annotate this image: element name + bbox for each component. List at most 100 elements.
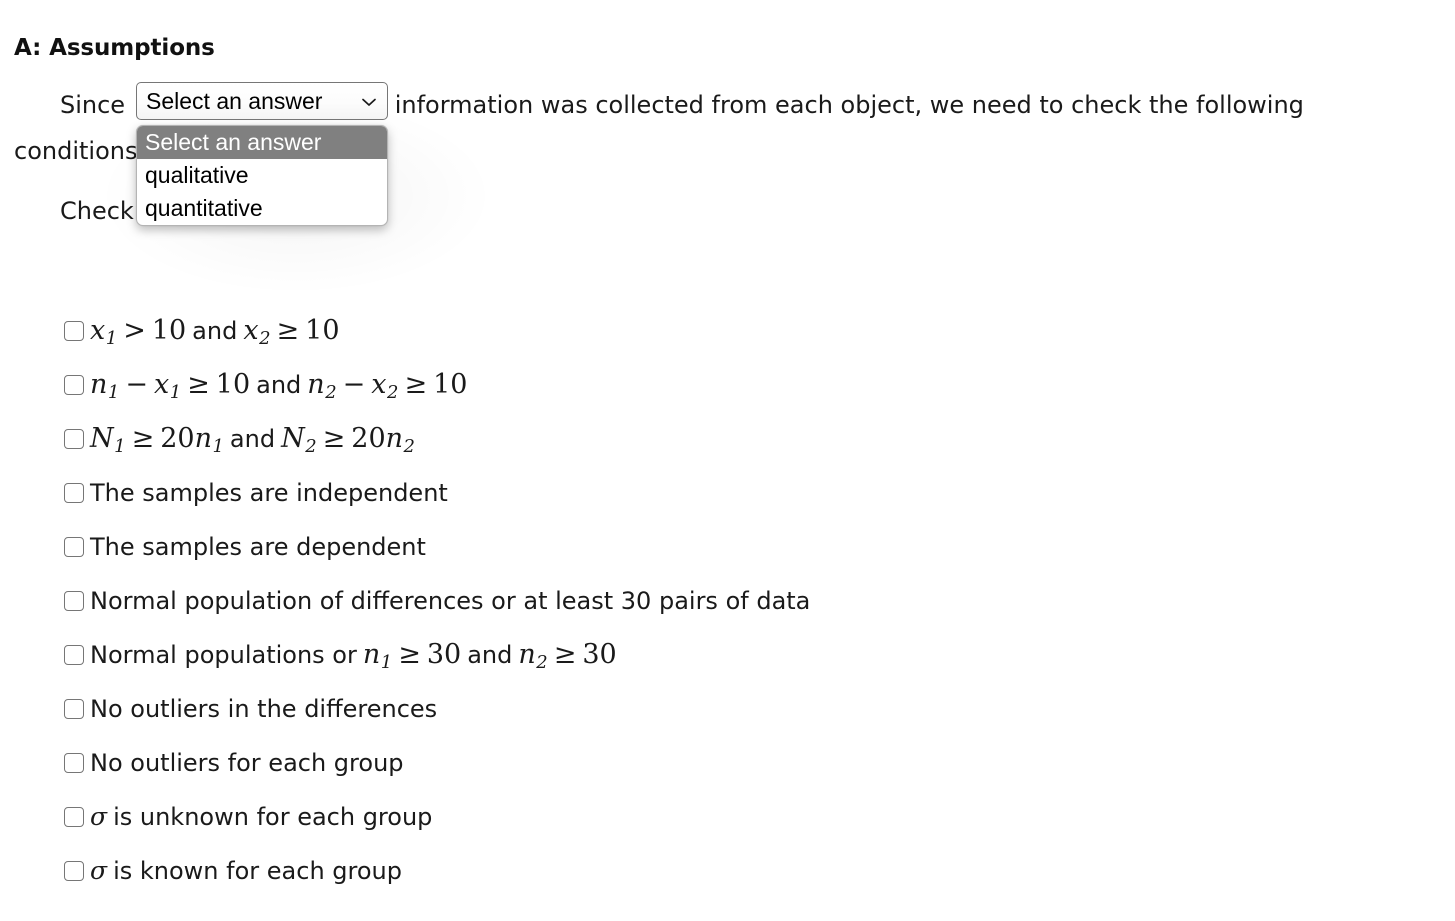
assumption-label-no-outliers-differences: No outliers in the differences <box>90 690 1364 728</box>
assumption-label-x1-gt-10: x1 >10 and x2 ≥10 <box>90 312 1364 358</box>
assumption-row-normal-population-differences[interactable]: Normal population of differences or at l… <box>64 582 1364 636</box>
assumption-label-N1-ge-20n1: N1 ≥20n1 and N2 ≥20n2 <box>90 420 1364 466</box>
prose-after-select: information was collected from each obje… <box>394 91 1304 119</box>
checkbox-sigma-unknown[interactable] <box>64 807 84 827</box>
math-operator: ≥ <box>398 639 421 670</box>
label-text: No outliers in the differences <box>90 695 438 723</box>
math-variable: n <box>307 369 325 400</box>
assumption-row-normal-populations-n30[interactable]: Normal populations or n1 ≥30 and n2 ≥30 <box>64 636 1364 690</box>
assumption-row-samples-independent[interactable]: The samples are independent <box>64 474 1364 528</box>
math-operator: − <box>125 369 148 400</box>
checkbox-x1-gt-10[interactable] <box>64 321 84 341</box>
math-variable: x <box>90 315 106 346</box>
checkbox-normal-populations-n30[interactable] <box>64 645 84 665</box>
label-text: and <box>467 641 513 669</box>
select-option-0[interactable]: Select an answer <box>137 126 387 159</box>
math-variable: n <box>385 423 404 454</box>
math-operator: > <box>123 315 146 346</box>
math-number: 20 <box>351 423 386 454</box>
math-variable: x <box>371 369 387 400</box>
math-subscript: 2 <box>536 652 548 674</box>
math-variable: x <box>243 315 259 346</box>
checkbox-N1-ge-20n1[interactable] <box>64 429 84 449</box>
assumption-row-N1-ge-20n1[interactable]: N1 ≥20n1 and N2 ≥20n2 <box>64 420 1364 474</box>
assumption-label-n1-minus-x1: n1− x1 ≥10 and n2− x2 ≥10 <box>90 366 1364 412</box>
assumption-label-samples-dependent: The samples are dependent <box>90 528 1364 566</box>
math-variable: N <box>90 423 114 454</box>
math-variable: n <box>362 639 381 670</box>
label-text: Normal populations or <box>90 641 357 669</box>
math-number: 10 <box>433 369 468 400</box>
math-number: 30 <box>582 639 617 670</box>
math-operator: ≥ <box>276 315 300 346</box>
label-text: is known for each group <box>113 857 402 885</box>
prose-before-select: Since <box>60 91 126 119</box>
math-operator: ≥ <box>322 423 346 454</box>
assumption-label-sigma-unknown: σ is unknown for each group <box>90 798 1364 836</box>
math-number: 20 <box>160 423 195 454</box>
math-variable: n <box>518 639 536 670</box>
math-number: 10 <box>215 369 251 400</box>
math-operator: ≥ <box>404 369 428 400</box>
label-text: and <box>229 425 276 453</box>
math-operator: ≥ <box>131 423 155 454</box>
assumption-row-n1-minus-x1[interactable]: n1− x1 ≥10 and n2− x2 ≥10 <box>64 366 1364 420</box>
math-subscript: 2 <box>325 382 337 404</box>
math-subscript: 1 <box>212 436 224 458</box>
assumption-row-no-outliers-each-group[interactable]: No outliers for each group <box>64 744 1364 798</box>
select-option-1[interactable]: qualitative <box>137 159 387 192</box>
assumption-row-x1-gt-10[interactable]: x1 >10 and x2 ≥10 <box>64 312 1364 366</box>
select-value-label: Select an answer <box>146 87 323 114</box>
label-text: The samples are dependent <box>90 533 426 561</box>
math-subscript: 1 <box>169 382 182 404</box>
math-subscript: 2 <box>387 382 399 404</box>
checkbox-normal-population-differences[interactable] <box>64 591 84 611</box>
math-variable: n <box>194 423 212 454</box>
checkbox-samples-independent[interactable] <box>64 483 84 503</box>
data-type-select-dropdown[interactable]: Select an answer qualitative quantitative <box>136 125 388 226</box>
math-operator: ≥ <box>553 639 577 670</box>
assumption-row-sigma-known[interactable]: σ is known for each group <box>64 852 1364 906</box>
math-subscript: 2 <box>259 328 271 350</box>
label-text: and <box>256 371 302 399</box>
label-text: and <box>192 317 238 345</box>
checkbox-n1-minus-x1[interactable] <box>64 375 84 395</box>
chevron-down-icon <box>359 91 379 111</box>
assumption-row-sigma-unknown[interactable]: σ is unknown for each group <box>64 798 1364 852</box>
math-subscript: 1 <box>114 436 126 458</box>
checkbox-samples-dependent[interactable] <box>64 537 84 557</box>
data-type-select[interactable]: Select an answer <box>136 82 388 120</box>
assumption-label-sigma-known: σ is known for each group <box>90 852 1364 890</box>
math-operator: ≥ <box>187 369 210 400</box>
math-subscript: 1 <box>380 652 393 674</box>
math-sigma-symbol: σ <box>90 856 108 885</box>
assumption-row-no-outliers-differences[interactable]: No outliers in the differences <box>64 690 1364 744</box>
math-variable: x <box>153 369 170 400</box>
page-title: A: Assumptions <box>14 35 215 62</box>
math-variable: n <box>90 369 108 400</box>
math-subscript: 2 <box>403 436 415 458</box>
math-number: 10 <box>305 315 340 346</box>
label-text: No outliers for each group <box>90 749 404 777</box>
checkbox-no-outliers-differences[interactable] <box>64 699 84 719</box>
assumption-label-normal-populations-n30: Normal populations or n1 ≥30 and n2 ≥30 <box>90 636 1364 682</box>
label-text: Normal population of differences or at l… <box>90 587 811 615</box>
math-sigma-symbol: σ <box>90 802 108 831</box>
label-text: The samples are independent <box>90 479 448 507</box>
math-subscript: 1 <box>107 382 120 404</box>
assumption-row-samples-dependent[interactable]: The samples are dependent <box>64 528 1364 582</box>
checkbox-sigma-known[interactable] <box>64 861 84 881</box>
math-subscript: 1 <box>105 328 118 350</box>
assumption-label-no-outliers-each-group: No outliers for each group <box>90 744 1364 782</box>
assumption-label-samples-independent: The samples are independent <box>90 474 1364 512</box>
assumptions-checkbox-list: x1 >10 and x2 ≥10 n1− x1 ≥10 and n2− x2 ≥10 N1 ≥20n1 a… <box>64 312 1364 906</box>
label-text: is unknown for each group <box>113 803 433 831</box>
checkbox-no-outliers-each-group[interactable] <box>64 753 84 773</box>
select-option-2[interactable]: quantitative <box>137 192 387 225</box>
math-number: 30 <box>426 639 462 670</box>
math-subscript: 2 <box>305 436 317 458</box>
assumption-label-normal-population-differences: Normal population of differences or at l… <box>90 582 1364 620</box>
math-operator: − <box>342 369 366 400</box>
math-number: 10 <box>151 315 187 346</box>
math-variable: N <box>281 423 305 454</box>
